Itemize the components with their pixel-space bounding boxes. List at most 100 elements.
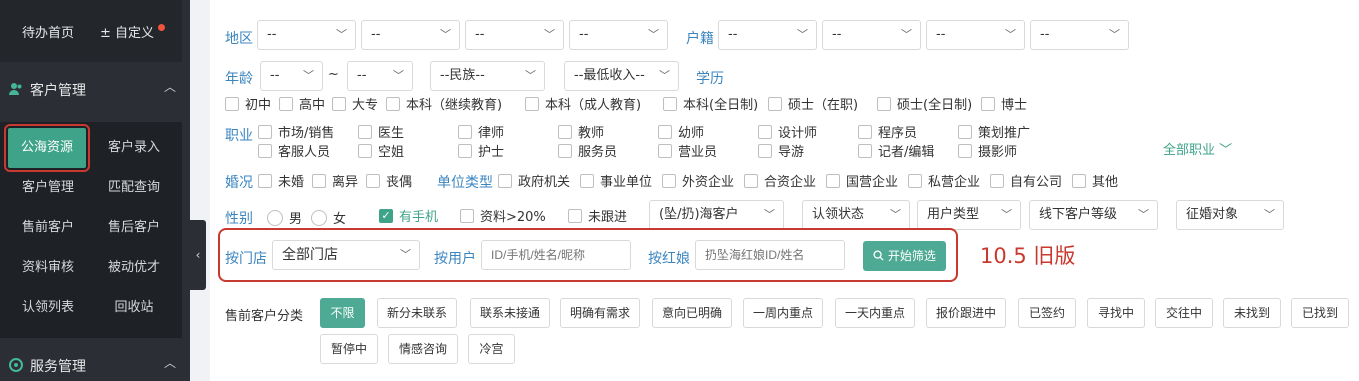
job-option[interactable]: 律师 xyxy=(458,122,504,141)
checkbox[interactable] xyxy=(568,208,582,223)
region-town-select[interactable]: -- ﹀ xyxy=(569,20,668,50)
job-option[interactable]: 空姐 xyxy=(358,141,404,160)
income-select[interactable]: --最低收入-- ﹀ xyxy=(564,61,679,91)
checkbox[interactable] xyxy=(908,173,922,188)
sea-customer-select[interactable]: (坠/扔)海客户 ﹀ xyxy=(649,200,784,230)
job-option[interactable]: 摄影师 xyxy=(958,141,1017,160)
checkbox[interactable] xyxy=(1072,173,1086,188)
checkbox[interactable] xyxy=(758,124,772,139)
education-option[interactable]: 硕士（在职) xyxy=(768,94,858,113)
checkbox[interactable] xyxy=(332,96,346,111)
category-chip[interactable]: 一周内重点 xyxy=(743,298,823,328)
all-jobs-toggle[interactable]: 全部职业 ﹀ xyxy=(1163,139,1232,158)
checkbox[interactable] xyxy=(658,124,672,139)
education-option[interactable]: 本科（继续教育) xyxy=(386,94,502,113)
education-option[interactable]: 初中 xyxy=(225,94,271,113)
checkbox[interactable] xyxy=(458,143,472,158)
marital-option[interactable]: 离异 xyxy=(312,171,358,190)
user-type-select[interactable]: 用户类型 ﹀ xyxy=(917,200,1021,230)
employer-option[interactable]: 其他 xyxy=(1072,171,1118,190)
checkbox[interactable] xyxy=(279,96,293,111)
marital-option[interactable]: 未婚 xyxy=(258,171,304,190)
category-chip[interactable]: 暂停中 xyxy=(320,334,378,364)
checkbox[interactable] xyxy=(558,124,572,139)
sidebar-item-aftersale-customer[interactable]: 售后客户 xyxy=(92,208,176,248)
checkbox[interactable] xyxy=(758,143,772,158)
sidebar-item-customer-entry[interactable]: 客户录入 xyxy=(92,128,176,168)
offline-level-select[interactable]: 线下客户等级 ﹀ xyxy=(1029,200,1158,230)
employer-option[interactable]: 政府机关 xyxy=(498,171,570,190)
hukou-province-select[interactable]: -- ﹀ xyxy=(718,20,817,50)
education-option[interactable]: 高中 xyxy=(279,94,325,113)
checkbox[interactable] xyxy=(358,124,372,139)
education-option[interactable]: 本科(全日制) xyxy=(663,94,758,113)
job-option[interactable]: 护士 xyxy=(458,141,504,160)
ethnicity-select[interactable]: --民族-- ﹀ xyxy=(430,61,545,91)
sidebar-collapse-handle[interactable]: ‹ xyxy=(190,220,206,290)
category-chip[interactable]: 报价跟进中 xyxy=(926,298,1006,328)
checkbox[interactable] xyxy=(663,96,677,111)
checkbox[interactable] xyxy=(386,96,400,111)
sidebar-item-profile-review[interactable]: 资料审核 xyxy=(6,248,90,288)
sidebar-item-public-pool[interactable]: 公海资源 xyxy=(4,124,90,172)
checkbox[interactable] xyxy=(958,143,972,158)
checkbox[interactable] xyxy=(768,96,782,111)
region-city-select[interactable]: -- ﹀ xyxy=(361,20,460,50)
category-chip[interactable]: 寻找中 xyxy=(1087,298,1145,328)
job-option[interactable]: 教师 xyxy=(558,122,604,141)
category-chip[interactable]: 未找到 xyxy=(1223,298,1281,328)
job-option[interactable]: 设计师 xyxy=(758,122,817,141)
category-chip[interactable]: 情感咨询 xyxy=(388,334,458,364)
checkbox[interactable] xyxy=(990,173,1004,188)
checkbox[interactable] xyxy=(580,173,594,188)
marriage-target-select[interactable]: 征婚对象 ﹀ xyxy=(1176,200,1284,230)
category-chip[interactable]: 不限 xyxy=(320,298,365,328)
category-chip[interactable]: 已签约 xyxy=(1018,298,1076,328)
category-chip[interactable]: 一天内重点 xyxy=(835,298,915,328)
store-select[interactable]: 全部门店 ﹀ xyxy=(272,240,420,270)
checkbox[interactable] xyxy=(826,173,840,188)
job-option[interactable]: 记者/编辑 xyxy=(858,141,934,160)
sidebar-item-presale-customer[interactable]: 售前客户 xyxy=(6,208,90,248)
hukou-town-select[interactable]: -- ﹀ xyxy=(1030,20,1129,50)
checkbox[interactable] xyxy=(258,173,272,188)
checkbox[interactable] xyxy=(458,124,472,139)
sidebar-item-recycle-bin[interactable]: 回收站 xyxy=(92,288,176,328)
employer-option[interactable]: 合资企业 xyxy=(744,171,816,190)
checkbox[interactable] xyxy=(858,124,872,139)
education-option[interactable]: 博士 xyxy=(981,94,1027,113)
user-search-input[interactable] xyxy=(481,240,631,270)
category-chip[interactable]: 新分未联系 xyxy=(377,298,457,328)
checkbox[interactable] xyxy=(981,96,995,111)
sidebar-item-claim-list[interactable]: 认领列表 xyxy=(6,288,90,328)
checkbox[interactable] xyxy=(312,173,326,188)
category-chip[interactable]: 联系未接通 xyxy=(470,298,550,328)
job-option[interactable]: 市场/销售 xyxy=(258,122,334,141)
checkbox[interactable] xyxy=(366,173,380,188)
checkbox[interactable] xyxy=(525,96,539,111)
checkbox[interactable] xyxy=(225,96,239,111)
checkbox[interactable] xyxy=(877,96,891,111)
gender-option-male[interactable]: 男 xyxy=(267,208,302,227)
age-to-select[interactable]: -- ﹀ xyxy=(347,61,413,91)
checkbox[interactable] xyxy=(258,143,272,158)
region-province-select[interactable]: -- ﹀ xyxy=(257,20,356,50)
job-option[interactable]: 服务员 xyxy=(558,141,617,160)
sidebar-group-service[interactable]: 服务管理 ︿ xyxy=(0,342,182,381)
checkbox[interactable] xyxy=(558,143,572,158)
job-option[interactable]: 客服人员 xyxy=(258,141,330,160)
age-from-select[interactable]: -- ﹀ xyxy=(260,61,323,91)
job-option[interactable]: 策划推广 xyxy=(958,122,1030,141)
category-chip[interactable]: 明确有需求 xyxy=(560,298,640,328)
job-option[interactable]: 程序员 xyxy=(858,122,917,141)
category-chip[interactable]: 交往中 xyxy=(1155,298,1213,328)
category-chip[interactable]: 已找到 xyxy=(1291,298,1349,328)
marital-option[interactable]: 丧偶 xyxy=(366,171,412,190)
employer-option[interactable]: 事业单位 xyxy=(580,171,652,190)
checkbox[interactable] xyxy=(258,124,272,139)
checkbox[interactable] xyxy=(498,173,512,188)
job-option[interactable]: 幼师 xyxy=(658,122,704,141)
education-option[interactable]: 本科（成人教育) xyxy=(525,94,641,113)
job-option[interactable]: 营业员 xyxy=(658,141,717,160)
education-option[interactable]: 硕士(全日制) xyxy=(877,94,972,113)
